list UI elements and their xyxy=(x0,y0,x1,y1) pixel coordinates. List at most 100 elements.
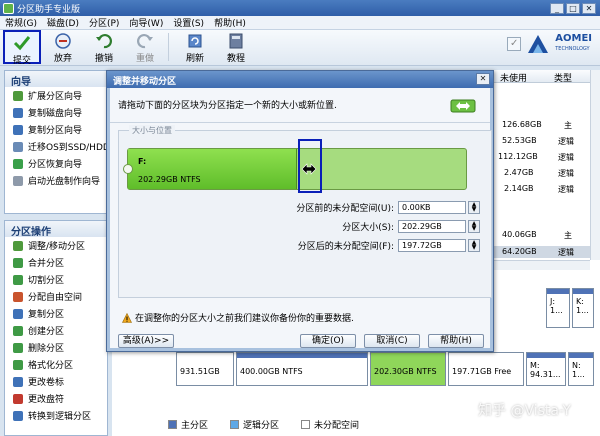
partition-size-label: 202.29GB NTFS xyxy=(138,175,201,184)
dialog-body: 请拖动下面的分区块为分区指定一个新的大小或新位置. 大小与位置 F: 202.2… xyxy=(110,88,492,348)
discard-icon xyxy=(54,32,72,50)
help-button[interactable]: 帮助(H) xyxy=(428,334,484,348)
op-format[interactable]: 格式化分区 xyxy=(5,356,107,373)
ok-button[interactable]: 确定(O) xyxy=(300,334,356,348)
op-convert-logical[interactable]: 转换到逻辑分区 xyxy=(5,407,107,424)
left-resize-handle[interactable] xyxy=(123,164,133,174)
partition-size-input[interactable]: 202.29GB xyxy=(398,219,466,233)
brand-logo: ✓ AOMEI TECHNOLOGY xyxy=(507,34,592,54)
advanced-button[interactable]: 高级(A)>> xyxy=(118,334,174,348)
refresh-icon xyxy=(186,32,204,50)
minimize-button[interactable]: _ xyxy=(550,2,564,14)
row-unused: 112.12GB xyxy=(498,152,538,161)
unallocated-before-spinner[interactable]: ▲ ▼ xyxy=(468,200,480,214)
vertical-scrollbar[interactable] xyxy=(590,70,600,260)
app-icon xyxy=(3,2,14,14)
split-icon xyxy=(13,274,23,285)
maximize-button[interactable]: □ xyxy=(566,2,580,14)
wizard-migrate-os[interactable]: 迁移OS到SSD/HDD xyxy=(5,138,110,155)
col-unused[interactable]: 未使用 xyxy=(500,71,527,84)
partition-block-selected[interactable]: 202.30GB NTFS xyxy=(370,352,446,386)
row-type: 主 xyxy=(564,121,572,130)
partition-block[interactable]: K: 1... xyxy=(572,288,594,328)
op-resize-move[interactable]: 调整/移动分区 xyxy=(5,237,107,254)
unallocated-after-input[interactable]: 197.72GB xyxy=(398,238,466,252)
wizard-partition-recovery[interactable]: 分区恢复向导 xyxy=(5,155,107,172)
tutorial-button[interactable]: 教程 xyxy=(217,30,255,64)
row-type: 逻辑 xyxy=(558,248,574,257)
window-title: 分区助手专业版 xyxy=(17,4,81,15)
legend-unallocated: 未分配空间 xyxy=(314,421,360,431)
unallocated-block[interactable]: 197.71GB Free xyxy=(448,352,524,386)
undo-button[interactable]: 撤销 xyxy=(85,30,123,64)
menu-wizard[interactable]: 向导(W) xyxy=(124,16,168,29)
unallocated-before-row: 分区前的未分配空间(U): 0.00KB ▲ ▼ xyxy=(150,200,480,214)
menu-general[interactable]: 常规(G) xyxy=(0,16,42,29)
apply-button[interactable]: 提交 xyxy=(3,30,41,66)
wizard-extend-partition[interactable]: 扩展分区向导 xyxy=(5,87,107,104)
wizard-copy-disk[interactable]: 复制磁盘向导 xyxy=(5,104,107,121)
refresh-button[interactable]: 刷新 xyxy=(176,30,214,64)
merge-icon xyxy=(13,257,23,268)
op-allocate-free[interactable]: 分配自由空间 xyxy=(5,288,107,305)
dialog-instruction: 请拖动下面的分区块为分区指定一个新的大小或新位置. xyxy=(118,101,337,111)
op-delete[interactable]: 删除分区 xyxy=(5,339,107,356)
delete-icon xyxy=(13,342,23,353)
group-label: 大小与位置 xyxy=(129,125,175,136)
wizard-boot-disc[interactable]: 启动光盘制作向导 xyxy=(5,172,107,189)
wizard-copy-partition[interactable]: 复制分区向导 xyxy=(5,121,107,138)
partition-block[interactable]: N: 1... xyxy=(568,352,594,386)
partition-size-spinner[interactable]: ▲ ▼ xyxy=(468,219,480,233)
partition-block[interactable]: M: 94.31... xyxy=(526,352,566,386)
discard-label: 放弃 xyxy=(53,54,72,64)
redo-label: 重做 xyxy=(135,54,154,64)
legend: 主分区 逻辑分区 未分配空间 xyxy=(168,418,359,431)
dialog-title-bar: 调整并移动分区 ✕ xyxy=(107,71,493,88)
redo-button[interactable]: 重做 xyxy=(126,30,164,64)
menu-disk[interactable]: 磁盘(D) xyxy=(42,16,84,29)
boot-disc-icon xyxy=(13,175,23,186)
partition-block[interactable]: J: 1... xyxy=(546,288,570,328)
letter-icon xyxy=(13,393,23,404)
op-copy[interactable]: 复制分区 xyxy=(5,305,107,322)
brand-sub: TECHNOLOGY xyxy=(555,46,590,52)
unallocated-after-spinner[interactable]: ▲ ▼ xyxy=(468,238,480,252)
row-unused: 126.68GB xyxy=(502,120,542,129)
resize-handle-highlight xyxy=(298,139,322,193)
warning-text: 在调整你的分区大小之前我们建议你备份你的重要数据. xyxy=(135,314,354,324)
menu-help[interactable]: 帮助(H) xyxy=(209,16,251,29)
migrate-icon xyxy=(13,141,23,152)
row-type: 逻辑 xyxy=(558,137,574,146)
discard-button[interactable]: 放弃 xyxy=(44,30,82,64)
unallocated-before-input[interactable]: 0.00KB xyxy=(398,200,466,214)
op-change-letter[interactable]: 更改盘符 xyxy=(5,390,107,407)
op-split[interactable]: 切割分区 xyxy=(5,271,107,288)
row-unused: 52.53GB xyxy=(502,136,537,145)
dialog-close-button[interactable]: ✕ xyxy=(476,73,490,85)
partition-ops-pane: 分区操作 调整/移动分区 合并分区 切割分区 分配自由空间 复制分区 创建分区 … xyxy=(4,220,108,436)
menu-partition[interactable]: 分区(P) xyxy=(84,16,124,29)
row-unused: 2.47GB xyxy=(504,168,534,177)
partition-block[interactable]: 400.00GB NTFS xyxy=(236,352,368,386)
partition-resize-bar[interactable]: F: 202.29GB NTFS xyxy=(123,148,467,190)
options-checkbox[interactable]: ✓ xyxy=(507,37,522,51)
disk-block[interactable]: 931.51GB xyxy=(176,352,234,386)
col-type[interactable]: 类型 xyxy=(554,71,572,84)
allocate-icon xyxy=(13,291,23,302)
op-merge[interactable]: 合并分区 xyxy=(5,254,107,271)
legend-unallocated-swatch xyxy=(301,420,311,429)
resize-move-dialog: 调整并移动分区 ✕ 请拖动下面的分区块为分区指定一个新的大小或新位置. 大小与位… xyxy=(106,70,494,352)
aomei-logo-icon xyxy=(528,35,549,53)
row-type: 逻辑 xyxy=(558,153,574,162)
op-create[interactable]: 创建分区 xyxy=(5,322,107,339)
resize-icon xyxy=(13,240,23,251)
cancel-button[interactable]: 取消(C) xyxy=(364,334,420,348)
title-bar: 分区助手专业版 _ □ ✕ xyxy=(0,0,600,16)
close-button[interactable]: ✕ xyxy=(582,2,596,14)
copy-partition-icon xyxy=(13,124,23,135)
menu-settings[interactable]: 设置(S) xyxy=(168,16,209,29)
op-change-label[interactable]: 更改卷标 xyxy=(5,373,107,390)
row-unused: 2.14GB xyxy=(504,184,534,193)
wizard-pane: 向导 扩展分区向导 复制磁盘向导 复制分区向导 迁移OS到SSD/HDD 分区恢… xyxy=(4,70,110,214)
tutorial-label: 教程 xyxy=(226,54,245,64)
